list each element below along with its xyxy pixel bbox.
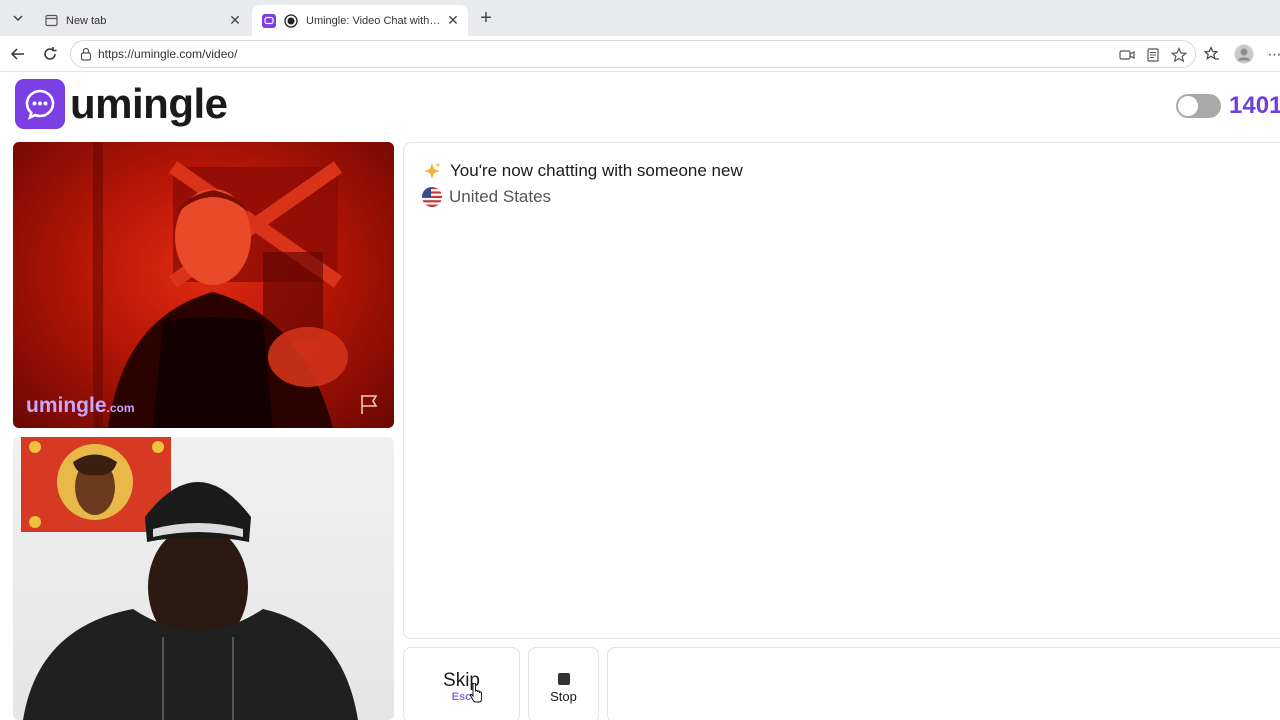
system-message-text: You're now chatting with someone new bbox=[450, 161, 743, 180]
recording-icon bbox=[284, 13, 298, 28]
local-video bbox=[13, 437, 394, 720]
watermark-text: umingle bbox=[26, 394, 107, 417]
toggle-knob bbox=[1178, 96, 1198, 116]
tab-title: New tab bbox=[66, 14, 107, 27]
umingle-page: umingle 1401 umingle.com You're now chat… bbox=[0, 72, 1280, 720]
mouse-pointer-icon bbox=[469, 683, 482, 703]
arrow-left-icon bbox=[10, 48, 24, 60]
skip-label: Skip bbox=[443, 670, 480, 691]
profile-button[interactable] bbox=[1232, 42, 1256, 66]
tab-title: Umingle: Video Chat with Stra bbox=[306, 14, 442, 27]
sparkles-icon bbox=[424, 162, 441, 179]
favorites-button[interactable] bbox=[1200, 42, 1224, 66]
stop-icon bbox=[558, 673, 570, 685]
remote-video: umingle.com bbox=[13, 142, 394, 428]
tab-search-button[interactable] bbox=[6, 6, 30, 30]
address-bar[interactable]: https://umingle.com/video/ bbox=[70, 40, 1196, 68]
online-count: 1401 bbox=[1229, 92, 1280, 119]
close-icon[interactable]: ✕ bbox=[224, 10, 246, 32]
back-button[interactable] bbox=[6, 42, 30, 66]
reader-mode-icon[interactable] bbox=[1143, 45, 1163, 65]
remote-video-scene bbox=[93, 142, 348, 428]
new-tab-button[interactable]: + bbox=[474, 6, 498, 30]
theme-toggle[interactable] bbox=[1176, 94, 1221, 118]
stop-button[interactable]: Stop bbox=[528, 647, 599, 720]
report-button[interactable] bbox=[358, 392, 382, 416]
chevron-down-icon bbox=[13, 15, 23, 22]
logo-text: umingle bbox=[70, 80, 228, 127]
site-info-icon[interactable] bbox=[79, 47, 93, 61]
watermark-suffix: .com bbox=[106, 401, 135, 415]
url-text: https://umingle.com/video/ bbox=[98, 47, 238, 61]
favorites-icon bbox=[1204, 46, 1219, 60]
site-logo[interactable]: umingle bbox=[15, 79, 228, 129]
us-flag-icon bbox=[422, 187, 442, 207]
browser-toolbar: https://umingle.com/video/ ⋯ bbox=[0, 36, 1280, 72]
avatar-icon bbox=[1234, 44, 1254, 64]
stop-label: Stop bbox=[550, 689, 577, 704]
local-video-scene bbox=[21, 437, 358, 720]
reload-button[interactable] bbox=[38, 42, 62, 66]
chat-panel: You're now chatting with someone new Uni… bbox=[403, 142, 1280, 639]
system-message: You're now chatting with someone new bbox=[422, 161, 743, 181]
skip-shortcut-hint: Esc bbox=[451, 691, 472, 703]
browser-tab-strip: New tab ✕ Umingle: Video Chat with Stra … bbox=[0, 0, 1280, 36]
more-menu-button[interactable]: ⋯ bbox=[1262, 42, 1280, 66]
partner-country: United States bbox=[422, 187, 551, 207]
skip-button[interactable]: Skip Esc bbox=[403, 647, 520, 720]
camera-in-use-icon[interactable] bbox=[1117, 45, 1137, 65]
tab-umingle[interactable]: Umingle: Video Chat with Stra ✕ bbox=[252, 5, 468, 36]
tab-new-tab[interactable]: New tab ✕ bbox=[34, 5, 250, 36]
chat-bubble-logo-icon bbox=[15, 79, 65, 129]
favorite-star-icon[interactable] bbox=[1169, 45, 1189, 65]
country-name: United States bbox=[449, 187, 552, 206]
new-tab-icon bbox=[44, 14, 58, 28]
close-icon[interactable]: ✕ bbox=[442, 10, 464, 32]
more-dots-icon: ⋯ bbox=[1267, 45, 1280, 62]
reload-icon bbox=[44, 47, 57, 60]
umingle-watermark: umingle.com bbox=[26, 394, 135, 418]
message-input[interactable] bbox=[607, 647, 1280, 720]
flag-icon bbox=[361, 395, 378, 414]
umingle-favicon-icon bbox=[262, 13, 276, 28]
